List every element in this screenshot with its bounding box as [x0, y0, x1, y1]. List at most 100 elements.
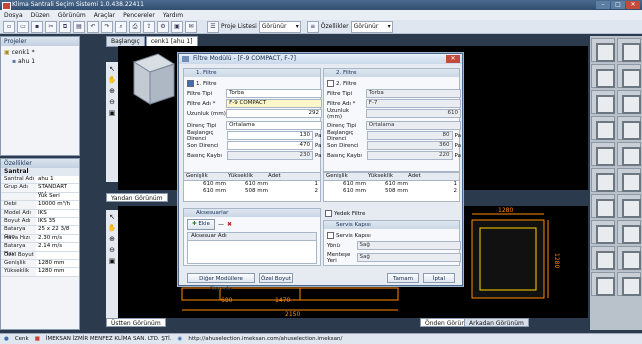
table-row[interactable]: 610 mm 610 mm 1 — [184, 181, 320, 188]
module-palette-button[interactable] — [617, 246, 641, 270]
hand-icon[interactable]: ✋ — [108, 224, 117, 232]
zoom-out-icon[interactable]: ⊖ — [109, 246, 115, 254]
print-icon[interactable]: ⎙ — [129, 20, 141, 33]
module-palette-button[interactable] — [617, 64, 641, 88]
tree-item-project[interactable]: ▣ cenk1 * — [4, 48, 76, 57]
menu-help[interactable]: Yardım — [163, 12, 183, 19]
properties-icon[interactable]: ≡ — [306, 20, 319, 33]
top-view-label[interactable]: Üstten Görünüm — [106, 318, 166, 327]
export-icon[interactable]: ⇪ — [143, 20, 155, 33]
project-list-icon[interactable]: ☰ — [207, 20, 219, 33]
delete-icon[interactable]: ✖ — [227, 221, 232, 228]
property-value[interactable]: 1280 mm — [36, 268, 79, 276]
filter1-restype-select[interactable]: Ortalama — [226, 121, 322, 130]
undo-icon[interactable]: ↶ — [87, 20, 99, 33]
table-row[interactable]: 610 mm 610 mm 1 — [324, 181, 459, 188]
property-row[interactable]: Batarya Geo 25 x 22 3/8 — [1, 226, 79, 240]
property-row[interactable]: Hava Hızı 2.30 m/s — [1, 234, 79, 244]
property-row[interactable]: Grup Adı STANDART KLİ... — [1, 184, 79, 198]
module-palette-button[interactable] — [591, 272, 615, 296]
save-icon[interactable]: ▪ — [31, 20, 43, 33]
back-view-label[interactable]: Arkadan Görünüm — [464, 318, 529, 327]
module-palette-button[interactable] — [591, 90, 615, 114]
filter2-size-grid[interactable]: Genişlik Yükseklik Adet 610 mm 610 mm 1 610 … — [323, 172, 460, 202]
copy-to-other-modules-button[interactable]: Diğer Modüllere Kopyala — [187, 273, 255, 292]
menu-view[interactable]: Görünüm — [58, 12, 86, 19]
property-value[interactable]: 25 x 22 3/8 — [36, 226, 79, 234]
close-button[interactable]: ✕ — [626, 1, 640, 9]
module-palette-button[interactable] — [591, 38, 615, 62]
module-palette-button[interactable] — [617, 168, 641, 192]
spare-filter-checkbox[interactable]: Yedek Filtre — [325, 210, 365, 217]
module-palette-button[interactable] — [617, 116, 641, 140]
property-value[interactable] — [36, 251, 79, 259]
side-view-label[interactable]: Yandan Görünüm — [106, 193, 168, 202]
view-combo-1[interactable]: Görünür — [258, 20, 301, 33]
property-value[interactable]: Yük Seri — [36, 192, 79, 201]
property-value[interactable]: IKS 35 — [36, 217, 79, 226]
module-palette-button[interactable] — [591, 142, 615, 166]
menu-windows[interactable]: Pencereler — [123, 12, 155, 19]
pointer-icon[interactable]: ↖ — [109, 65, 115, 73]
maximize-button[interactable]: □ — [611, 1, 625, 9]
module-palette-button[interactable] — [591, 194, 615, 218]
settings-icon[interactable]: ⚙ — [157, 20, 169, 33]
filter1-type-select[interactable]: Torba — [226, 89, 322, 98]
pointer-icon[interactable]: ↖ — [109, 213, 115, 221]
filter1-endres-input[interactable]: 470 — [227, 141, 313, 150]
cut-icon[interactable]: ✂ — [45, 20, 57, 33]
module-palette-button[interactable] — [591, 116, 615, 140]
zoom-icon[interactable]: ⌕ — [115, 20, 127, 33]
module-palette-button[interactable] — [591, 64, 615, 88]
copy-icon[interactable]: ⧉ — [59, 20, 71, 33]
module-palette-button[interactable] — [591, 246, 615, 270]
table-row[interactable]: 610 mm 508 mm 2 — [184, 188, 320, 195]
property-value[interactable]: 2.14 m/s — [36, 243, 79, 251]
zoom-out-icon[interactable]: ⊖ — [109, 98, 115, 106]
module-palette-button[interactable] — [617, 90, 641, 114]
remove-icon[interactable]: — — [218, 221, 224, 228]
service-door-checkbox[interactable]: Servis Kapısı — [324, 231, 371, 240]
property-row[interactable]: Santral Adı ahu 1 — [1, 176, 79, 185]
zoom-in-icon[interactable]: ⊕ — [109, 87, 115, 95]
module-palette-button[interactable] — [617, 194, 641, 218]
property-row[interactable]: Boyut Adı IKS 35 — [1, 217, 79, 227]
accessories-grid[interactable]: Aksesuar Adı — [187, 232, 317, 264]
minimize-button[interactable]: – — [596, 1, 610, 9]
add-accessory-button[interactable]: ✚ Ekle — [187, 219, 215, 230]
property-value[interactable]: ahu 1 — [36, 176, 79, 184]
property-value[interactable]: 2.30 m/s — [36, 234, 79, 243]
module-palette-button[interactable] — [591, 168, 615, 192]
dialog-close-button[interactable]: ✕ — [446, 55, 460, 63]
zoom-in-icon[interactable]: ⊕ — [109, 235, 115, 243]
menu-file[interactable]: Dosya — [4, 12, 23, 19]
property-row[interactable]: Debi 10000 m³/h — [1, 201, 79, 210]
filter1-name-select[interactable]: F-9 COMPACT — [226, 99, 322, 108]
filter1-length-select[interactable]: 292 — [226, 109, 322, 118]
status-url[interactable]: http://ahuselection.imeksan.com/ahuselec… — [188, 336, 342, 342]
filter1-startres-input[interactable]: 130 — [227, 131, 313, 140]
new-icon[interactable]: ▫ — [3, 20, 15, 33]
mail-icon[interactable]: ✉ — [185, 20, 197, 33]
fit-icon[interactable]: ▣ — [109, 257, 116, 265]
property-row[interactable]: Yük Seri — [1, 192, 79, 202]
paste-icon[interactable]: ▤ — [73, 20, 85, 33]
open-icon[interactable]: ▭ — [17, 20, 29, 33]
hand-icon[interactable]: ✋ — [108, 76, 117, 84]
property-row[interactable]: Batarya Hav 2.14 m/s — [1, 243, 79, 257]
module-palette-button[interactable] — [617, 272, 641, 296]
property-row[interactable]: Yükseklik 1280 mm — [1, 268, 79, 277]
module-palette-button[interactable] — [617, 220, 641, 244]
cancel-button[interactable]: İptal — [423, 273, 455, 283]
filter1-enable-checkbox[interactable]: 1. Filtre — [184, 80, 217, 87]
property-value[interactable]: 10000 m³/h — [36, 201, 79, 209]
property-row[interactable]: Genişlik 1280 mm — [1, 259, 79, 269]
project-list-label[interactable]: Proje Listesi — [221, 23, 257, 30]
view-combo-2[interactable]: Görünür — [350, 20, 393, 33]
property-row[interactable]: Model Adı IKS — [1, 209, 79, 218]
custom-size-button[interactable]: Özel Boyut — [259, 273, 293, 283]
properties-label[interactable]: Özellikler — [321, 23, 349, 30]
property-row[interactable]: Özel Boyut — [1, 251, 79, 260]
tree-item-ahu[interactable]: ▪ ahu 1 — [4, 57, 76, 66]
property-value[interactable]: 1280 mm — [36, 259, 79, 268]
